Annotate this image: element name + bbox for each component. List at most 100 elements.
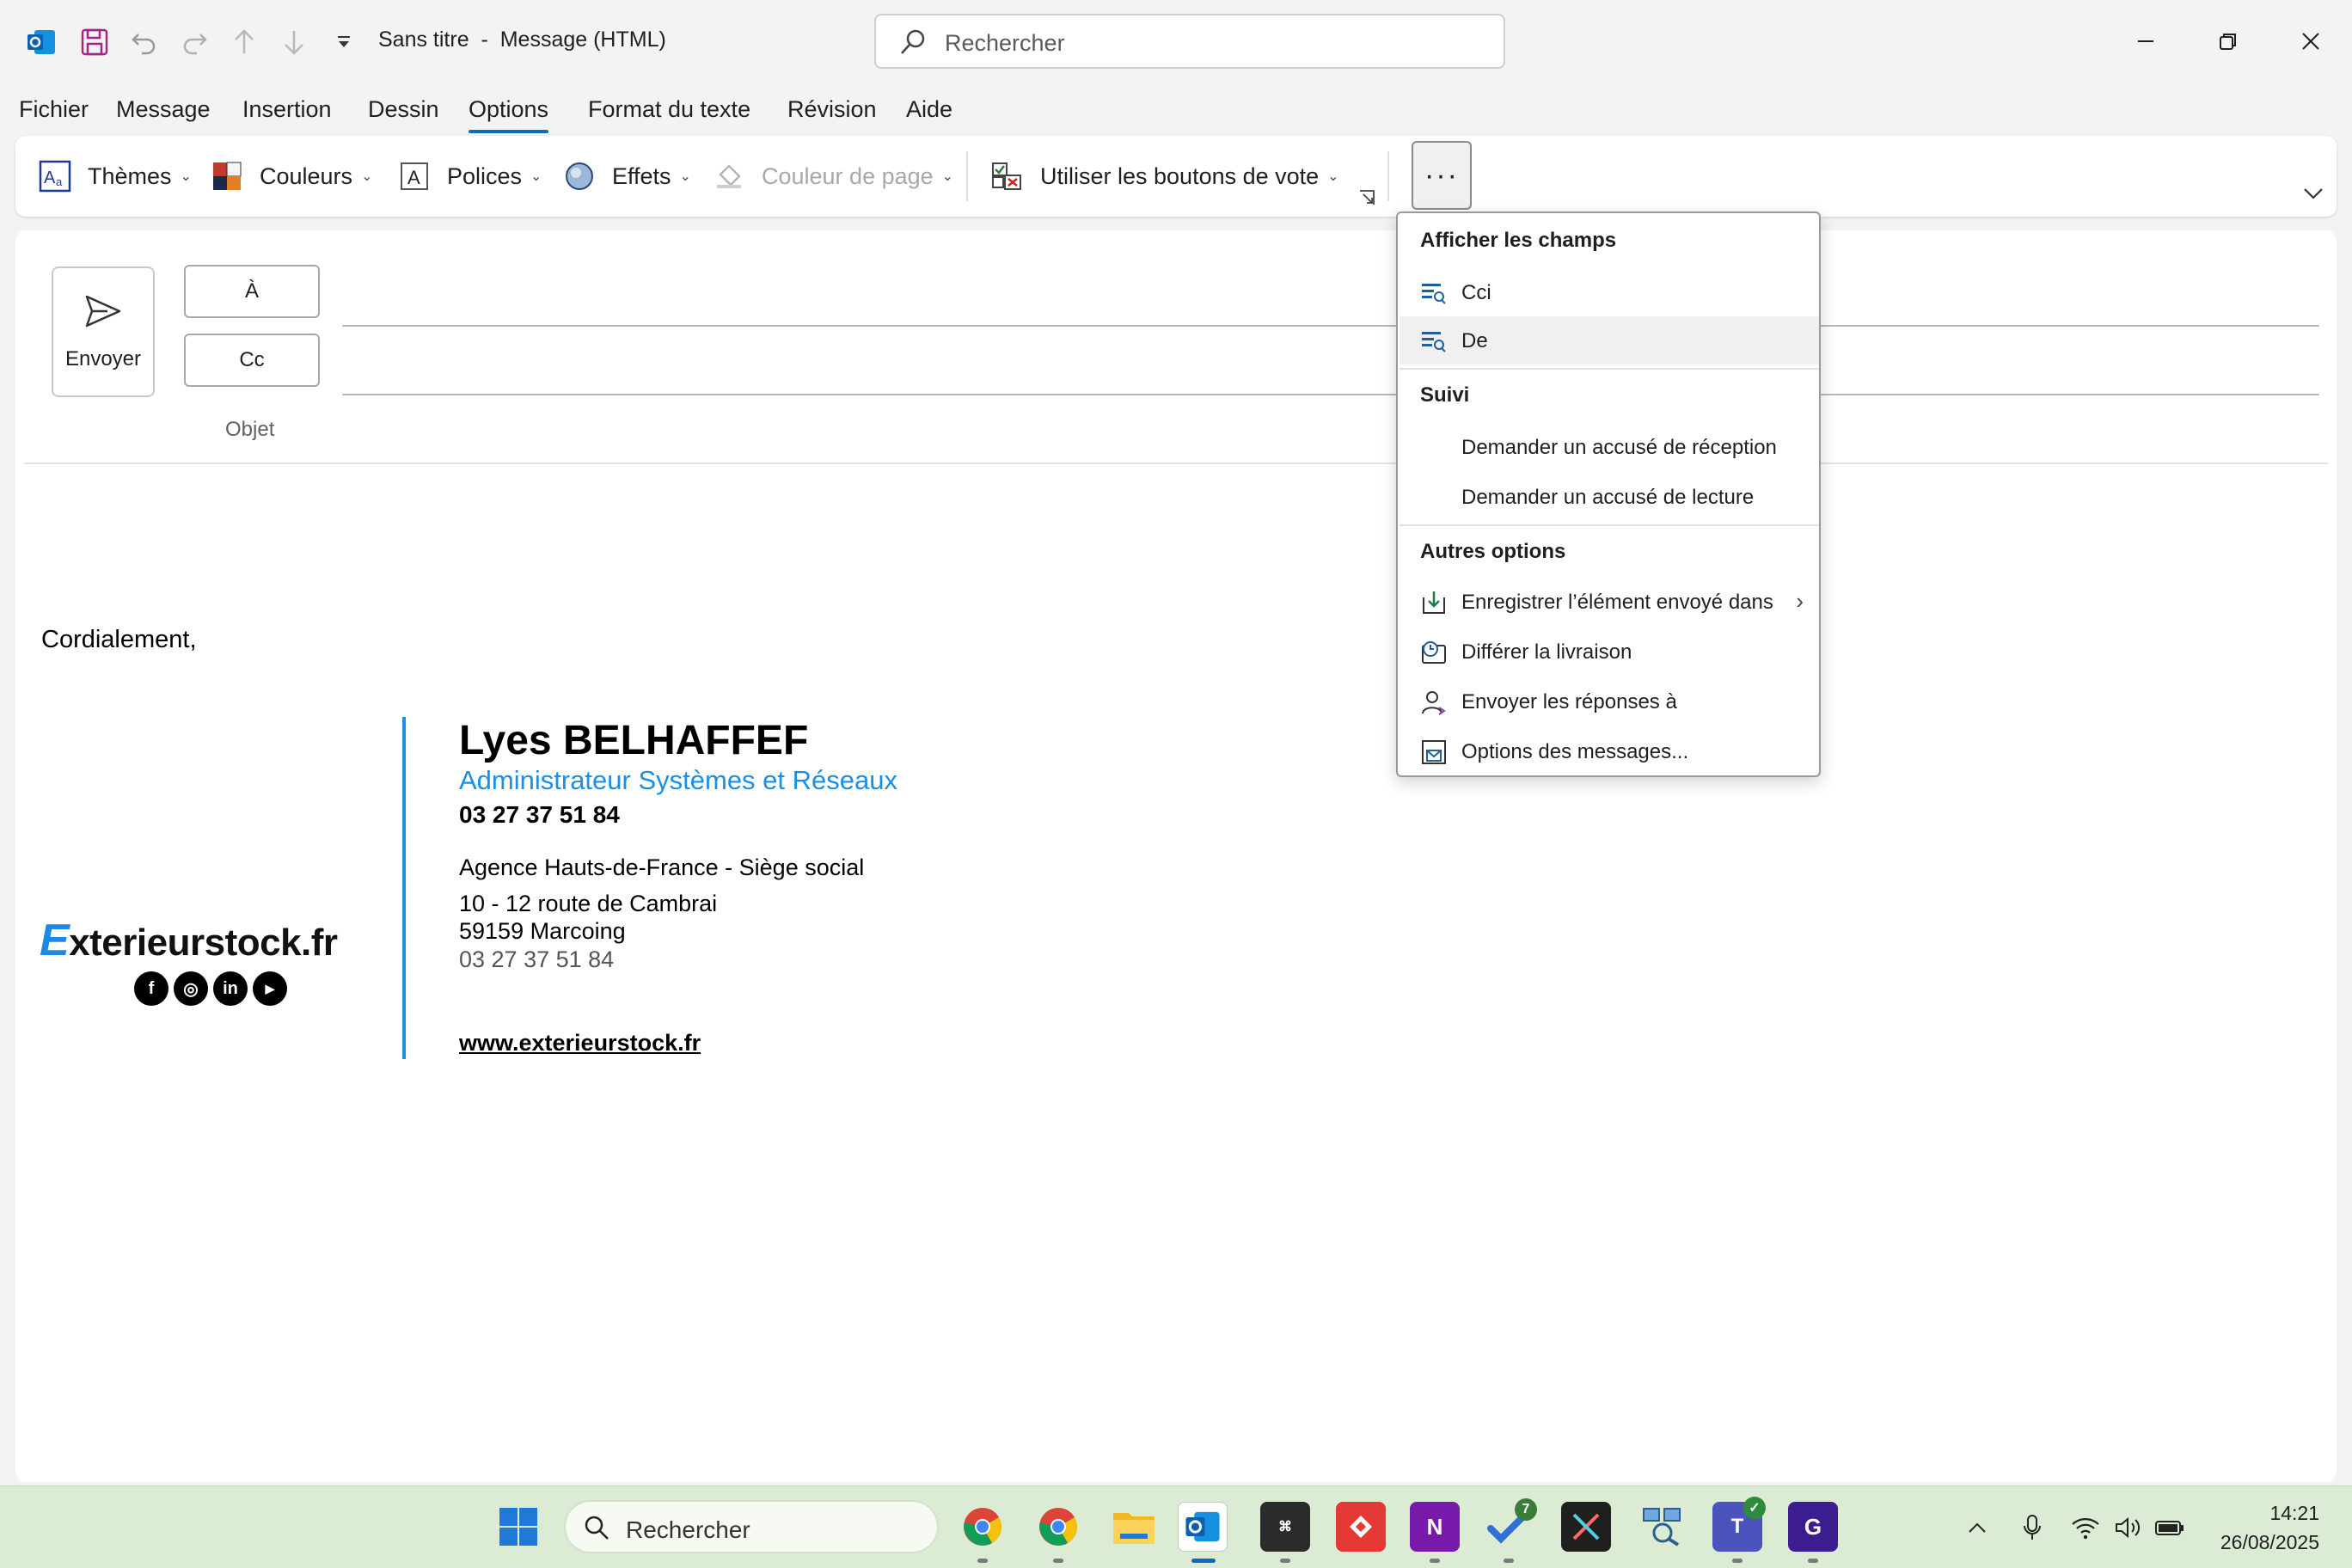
- running-indicator: [1280, 1559, 1290, 1563]
- close-button[interactable]: [2290, 21, 2331, 62]
- menu-item-de-label: De: [1461, 329, 1488, 352]
- cc-field[interactable]: [342, 394, 2319, 395]
- document-title: Sans titre - Message (HTML): [378, 28, 666, 52]
- ribbon-collapse-icon[interactable]: [2302, 181, 2324, 207]
- tab-revision[interactable]: Révision: [787, 96, 877, 123]
- voting-buttons-button[interactable]: Utiliser les boutons de vote ⌄: [990, 156, 1339, 196]
- signature-website-link[interactable]: www.exterieurstock.fr: [459, 1030, 701, 1057]
- menu-separator: [1400, 368, 1819, 370]
- tab-format-du-texte[interactable]: Format du texte: [588, 96, 750, 123]
- page-color-label: Couleur de page: [762, 162, 934, 189]
- colors-label: Couleurs: [260, 162, 353, 189]
- system-clock[interactable]: 14:21 26/08/2025: [2220, 1498, 2319, 1557]
- menu-item-cci-label: Cci: [1461, 281, 1491, 304]
- g-app-icon[interactable]: G: [1788, 1502, 1838, 1552]
- section-suivi: Suivi: [1420, 383, 1470, 407]
- minimize-button[interactable]: [2125, 21, 2166, 62]
- menu-item-save-sent-item[interactable]: Enregistrer l’élément envoyé dans ›: [1400, 578, 1819, 626]
- network-tool-icon[interactable]: [1637, 1502, 1687, 1552]
- read-receipt-label: Demander un accusé de lecture: [1461, 486, 1755, 509]
- ribbon-separator: [966, 151, 968, 201]
- taskbar-search-placeholder: Rechercher: [626, 1516, 750, 1543]
- running-indicator: [977, 1559, 988, 1563]
- terminal-app-icon[interactable]: ⌘: [1260, 1502, 1310, 1552]
- chevron-right-icon: ›: [1796, 588, 1804, 614]
- chrome-profile1-icon[interactable]: [958, 1502, 1008, 1552]
- tab-message[interactable]: Message: [116, 96, 211, 123]
- tab-insertion[interactable]: Insertion: [242, 96, 332, 123]
- linkedin-icon[interactable]: in: [213, 971, 248, 1006]
- send-button[interactable]: Envoyer: [52, 266, 155, 397]
- outlook-taskbar-icon[interactable]: [1178, 1502, 1228, 1552]
- active-indicator: [1191, 1559, 1216, 1563]
- volume-icon[interactable]: [2113, 1512, 2144, 1543]
- menu-item-delivery-receipt[interactable]: Demander un accusé de réception: [1400, 423, 1819, 471]
- title-search-box[interactable]: Rechercher: [874, 14, 1505, 69]
- tab-fichier[interactable]: Fichier: [19, 96, 89, 123]
- more-options-menu: Afficher les champs Cci De Suivi Demande…: [1396, 211, 1821, 777]
- themes-button[interactable]: Aa Thèmes ⌄: [38, 156, 192, 196]
- tab-dessin[interactable]: Dessin: [368, 96, 439, 123]
- more-options-button[interactable]: ···: [1412, 141, 1472, 210]
- search-icon: [898, 28, 928, 63]
- effects-button[interactable]: Effets ⌄: [562, 156, 691, 196]
- chevron-down-icon: ⌄: [941, 169, 954, 184]
- svg-text:a: a: [56, 175, 63, 188]
- signature-address-line1: 10 - 12 route de Cambrai: [459, 891, 718, 916]
- undo-icon[interactable]: [126, 23, 163, 61]
- wifi-icon[interactable]: [2070, 1512, 2101, 1543]
- menu-item-read-receipt[interactable]: Demander un accusé de lecture: [1400, 473, 1819, 521]
- chevron-down-icon: ⌄: [1327, 169, 1339, 184]
- ribbon-tabs: Fichier Message Insertion Dessin Options…: [0, 86, 2352, 134]
- delivery-receipt-label: Demander un accusé de réception: [1461, 436, 1777, 459]
- tab-options[interactable]: Options: [469, 96, 549, 133]
- header-separator: [24, 462, 2328, 464]
- menu-item-delay-delivery[interactable]: Différer la livraison: [1400, 628, 1819, 676]
- brand-logo: Exterieurstock.fr: [40, 916, 338, 965]
- anydesk-icon[interactable]: [1336, 1502, 1386, 1552]
- instagram-icon[interactable]: ◎: [174, 971, 208, 1006]
- to-field[interactable]: [342, 325, 2319, 327]
- outlook-app-icon: [22, 23, 60, 61]
- clock-date: 26/08/2025: [2220, 1531, 2319, 1553]
- signature-phone-primary: 03 27 37 51 84: [459, 801, 620, 828]
- redo-icon[interactable]: [175, 23, 213, 61]
- arrow-down-icon[interactable]: [275, 23, 313, 61]
- microphone-icon[interactable]: [2017, 1512, 2048, 1543]
- taskbar-search[interactable]: Rechercher: [564, 1500, 939, 1553]
- menu-item-de[interactable]: De: [1400, 316, 1819, 364]
- snipping-tool-icon[interactable]: [1561, 1502, 1611, 1552]
- signature-name: Lyes BELHAFFEF: [459, 718, 809, 763]
- chrome-profile2-icon[interactable]: [1033, 1502, 1083, 1552]
- signature-role: Administrateur Systèmes et Réseaux: [459, 765, 897, 795]
- save-icon[interactable]: [76, 23, 113, 61]
- colors-button[interactable]: Couleurs ⌄: [210, 156, 372, 196]
- file-explorer-icon[interactable]: [1109, 1502, 1159, 1552]
- fonts-icon: A: [397, 159, 432, 193]
- social-icons: f ◎ in ▶: [134, 971, 366, 1006]
- menu-item-message-options[interactable]: Options des messages...: [1400, 727, 1819, 775]
- to-button[interactable]: À: [184, 265, 320, 318]
- arrow-up-icon[interactable]: [225, 23, 263, 61]
- start-button[interactable]: [493, 1502, 543, 1552]
- dialog-launcher-icon[interactable]: [1358, 186, 1377, 205]
- youtube-icon[interactable]: ▶: [253, 971, 287, 1006]
- subject-label: Objet: [225, 418, 275, 441]
- onenote-icon[interactable]: N: [1410, 1502, 1460, 1552]
- menu-item-reply-to[interactable]: Envoyer les réponses à: [1400, 677, 1819, 726]
- message-body-closing[interactable]: Cordialement,: [41, 626, 197, 654]
- battery-charging-icon[interactable]: [2154, 1512, 2185, 1543]
- tab-aide[interactable]: Aide: [906, 96, 952, 123]
- chevron-up-icon[interactable]: [1962, 1512, 1993, 1543]
- themes-label: Thèmes: [88, 162, 172, 189]
- customize-quick-access-icon[interactable]: [325, 23, 363, 61]
- running-indicator: [1504, 1559, 1514, 1563]
- fonts-button[interactable]: A Polices ⌄: [397, 156, 542, 196]
- page-color-button[interactable]: Couleur de page ⌄: [712, 156, 953, 196]
- menu-item-cci[interactable]: Cci: [1400, 268, 1819, 316]
- facebook-icon[interactable]: f: [134, 971, 168, 1006]
- restore-button[interactable]: [2208, 21, 2249, 62]
- delay-delivery-icon: [1420, 639, 1448, 666]
- cc-button[interactable]: Cc: [184, 334, 320, 387]
- fonts-label: Polices: [447, 162, 523, 189]
